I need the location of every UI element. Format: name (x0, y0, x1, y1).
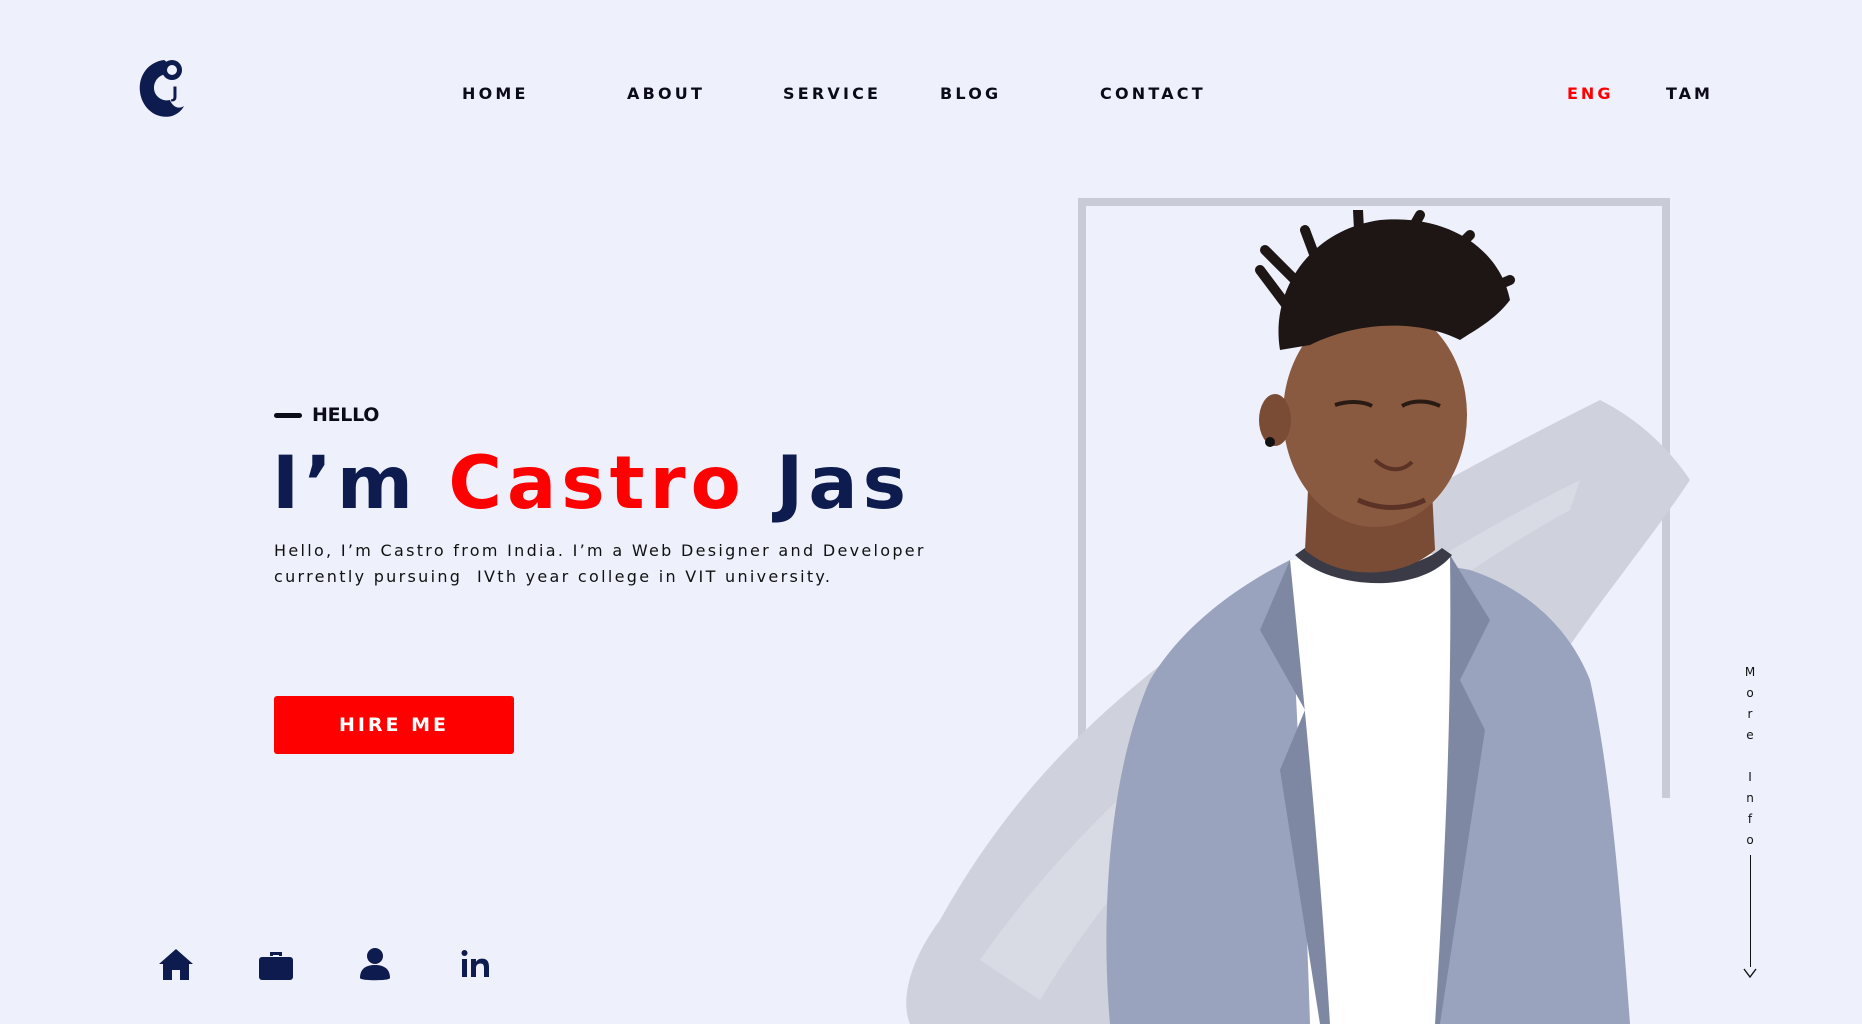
eyebrow-text: HELLO (312, 404, 380, 426)
hire-me-button[interactable]: HIRE ME (274, 696, 514, 754)
briefcase-icon[interactable] (256, 944, 296, 984)
nav-home[interactable]: HOME (462, 84, 529, 103)
more-info-letter: o (1746, 686, 1754, 700)
more-info-link[interactable]: M o r e I n f o (1742, 662, 1758, 979)
more-info-letter: o (1746, 833, 1754, 847)
portfolio-page: J HOME ABOUT SERVICE BLOG CONTACT ENG TA… (0, 0, 1862, 1024)
svg-text:J: J (171, 83, 178, 102)
more-info-letter: M (1744, 665, 1756, 679)
more-info-letter: f (1747, 812, 1753, 826)
arrow-down-icon (1743, 968, 1757, 979)
headline-prefix: I’m (272, 441, 418, 526)
headline-accent: Castro (448, 441, 746, 526)
hello-eyebrow: HELLO (274, 404, 379, 426)
lang-tam[interactable]: TAM (1666, 84, 1713, 103)
nav-about[interactable]: ABOUT (627, 84, 705, 103)
intro-line-1: Hello, I’m Castro from India. I’m a Web … (274, 541, 926, 560)
more-info-line (1749, 855, 1751, 967)
nav-blog[interactable]: BLOG (940, 84, 1001, 103)
eyebrow-dash (274, 412, 302, 418)
portrait-photo (1106, 210, 1630, 1024)
more-info-letter: I (1748, 770, 1752, 784)
intro-line-2: currently pursuing IVth year college in … (274, 567, 833, 586)
more-info-letter: e (1746, 728, 1754, 742)
lang-eng[interactable]: ENG (1567, 84, 1613, 103)
user-icon[interactable] (355, 944, 395, 984)
home-icon[interactable] (156, 944, 196, 984)
logo-icon[interactable]: J (134, 50, 194, 124)
linkedin-icon[interactable] (456, 944, 496, 984)
more-info-letter: r (1747, 707, 1753, 721)
hero-intro: Hello, I’m Castro from India. I’m a Web … (274, 538, 974, 590)
nav-service[interactable]: SERVICE (783, 84, 881, 103)
hero-headline: I’m Castro Jas (272, 445, 911, 523)
more-info-letter: n (1746, 791, 1754, 805)
nav-contact[interactable]: CONTACT (1100, 84, 1206, 103)
